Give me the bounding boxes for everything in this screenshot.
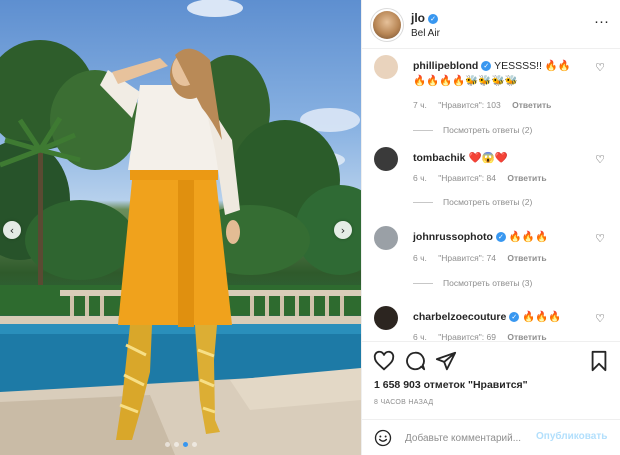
chevron-left-icon: ‹ bbox=[9, 223, 15, 237]
comment-like-button[interactable]: ♡ bbox=[595, 312, 605, 325]
comment-likes-count[interactable]: "Нравится": 74 bbox=[438, 253, 496, 263]
commenter-avatar[interactable] bbox=[374, 55, 398, 79]
heart-outline-icon: ♡ bbox=[595, 232, 605, 245]
verified-badge-icon: ✓ bbox=[481, 61, 492, 72]
comment-icon[interactable] bbox=[404, 350, 426, 372]
chevron-right-icon: › bbox=[340, 223, 346, 237]
view-replies-button[interactable]: Посмотреть ответы (2) bbox=[413, 197, 532, 207]
bookmark-icon[interactable] bbox=[588, 350, 610, 372]
heart-icon[interactable] bbox=[373, 350, 395, 372]
verified-badge-icon: ✓ bbox=[428, 13, 438, 24]
post-header: jlo ✓ Bel Air ··· bbox=[362, 0, 620, 49]
post-photo[interactable]: ‹ › bbox=[0, 0, 361, 455]
smile-icon[interactable] bbox=[374, 429, 392, 447]
commenter-avatar[interactable] bbox=[374, 226, 398, 250]
carousel-dot bbox=[173, 442, 179, 447]
comment-body: johnrussophoto ✓ 🔥🔥🔥 bbox=[413, 230, 583, 245]
post-side-panel: jlo ✓ Bel Air ··· phillipeblond ✓ YESSSS!!… bbox=[361, 0, 620, 455]
comment-text: 🔥🔥🔥 bbox=[508, 231, 549, 243]
comment-meta: 6 ч. "Нравится": 84 Ответить bbox=[413, 173, 556, 183]
comment-like-button[interactable]: ♡ bbox=[595, 153, 605, 166]
view-replies-button[interactable]: Посмотреть ответы (2) bbox=[413, 125, 532, 135]
comment-body: tombachik ❤️😱❤️ bbox=[413, 151, 583, 166]
carousel-dot bbox=[164, 442, 170, 447]
replies-divider bbox=[413, 129, 433, 131]
more-options-button[interactable]: ··· bbox=[594, 14, 609, 29]
comment-text: ❤️😱❤️ bbox=[468, 152, 508, 164]
likes-count[interactable]: 1 658 903 отметок "Нравится" bbox=[374, 379, 528, 391]
reply-button[interactable]: Ответить bbox=[507, 173, 546, 183]
comment-like-button[interactable]: ♡ bbox=[595, 61, 605, 74]
verified-badge-icon: ✓ bbox=[509, 312, 520, 323]
comment-meta: 6 ч. "Нравится": 74 Ответить bbox=[413, 253, 556, 263]
comment-likes-count[interactable]: "Нравится": 103 bbox=[438, 100, 500, 110]
carousel-indicator bbox=[0, 442, 361, 447]
heart-outline-icon: ♡ bbox=[595, 61, 605, 74]
comment-time[interactable]: 6 ч. bbox=[413, 332, 427, 341]
next-photo-button[interactable]: › bbox=[334, 221, 352, 239]
author-username-row[interactable]: jlo ✓ bbox=[411, 11, 438, 25]
commenter-username[interactable]: tombachik bbox=[413, 152, 466, 164]
share-icon[interactable] bbox=[435, 350, 457, 372]
commenter-avatar[interactable] bbox=[374, 147, 398, 171]
publish-button[interactable]: Опубликовать bbox=[536, 431, 607, 442]
comment-time[interactable]: 6 ч. bbox=[413, 253, 427, 263]
reply-button[interactable]: Ответить bbox=[507, 253, 546, 263]
commenter-username[interactable]: charbelzoecouture bbox=[413, 311, 506, 323]
commenter-username[interactable]: johnrussophoto bbox=[413, 231, 493, 243]
post-location[interactable]: Bel Air bbox=[411, 28, 440, 39]
heart-outline-icon: ♡ bbox=[595, 312, 605, 325]
reply-button[interactable]: Ответить bbox=[512, 100, 551, 110]
carousel-dot bbox=[182, 442, 188, 447]
reply-button[interactable]: Ответить bbox=[507, 332, 546, 341]
post-timestamp[interactable]: 8 ЧАСОВ НАЗАД bbox=[374, 399, 433, 406]
comment-meta: 6 ч. "Нравится": 69 Ответить bbox=[413, 332, 556, 341]
comment-likes-count[interactable]: "Нравится": 84 bbox=[438, 173, 496, 183]
commenter-username[interactable]: phillipeblond bbox=[413, 60, 478, 72]
view-replies-button[interactable]: Посмотреть ответы (3) bbox=[413, 278, 532, 288]
comment-likes-count[interactable]: "Нравится": 69 bbox=[438, 332, 496, 341]
author-username[interactable]: jlo bbox=[411, 11, 425, 25]
add-comment-bar: Опубликовать bbox=[362, 419, 620, 455]
comment-text: 🔥🔥🔥 bbox=[522, 311, 562, 323]
view-replies-label: Посмотреть ответы (2) bbox=[443, 197, 533, 207]
comment-time[interactable]: 7 ч. bbox=[413, 100, 427, 110]
comment-like-button[interactable]: ♡ bbox=[595, 232, 605, 245]
commenter-avatar[interactable] bbox=[374, 306, 398, 330]
photo-illustration bbox=[0, 0, 361, 455]
carousel-dot bbox=[191, 442, 197, 447]
heart-outline-icon: ♡ bbox=[595, 153, 605, 166]
add-comment-input[interactable] bbox=[405, 431, 535, 445]
author-avatar[interactable] bbox=[373, 11, 401, 39]
comment-time[interactable]: 6 ч. bbox=[413, 173, 427, 183]
verified-badge-icon: ✓ bbox=[495, 232, 506, 243]
replies-divider bbox=[413, 282, 433, 284]
comment-meta: 7 ч. "Нравится": 103 Ответить bbox=[413, 100, 560, 110]
post-actions: 1 658 903 отметок "Нравится" 8 ЧАСОВ НАЗ… bbox=[362, 341, 620, 426]
view-replies-label: Посмотреть ответы (3) bbox=[443, 278, 533, 288]
previous-photo-button[interactable]: ‹ bbox=[3, 221, 21, 239]
replies-divider bbox=[413, 201, 433, 203]
comment-body: phillipeblond ✓ YESSSS!! 🔥🔥🔥🔥🔥🔥🐝🐝🐝🐝 bbox=[413, 59, 583, 89]
comments-list[interactable]: phillipeblond ✓ YESSSS!! 🔥🔥🔥🔥🔥🔥🐝🐝🐝🐝 ♡ 7 ч… bbox=[362, 49, 620, 341]
view-replies-label: Посмотреть ответы (2) bbox=[443, 125, 533, 135]
comment-body: charbelzoecouture ✓ 🔥🔥🔥 bbox=[413, 310, 583, 325]
